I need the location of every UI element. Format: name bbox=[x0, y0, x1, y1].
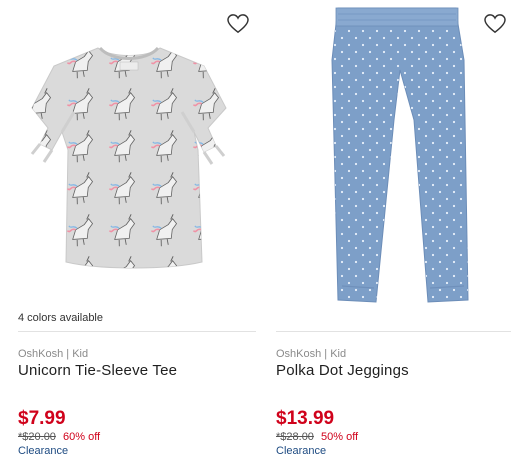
product-title[interactable]: Polka Dot Jeggings bbox=[276, 362, 409, 379]
product-image[interactable] bbox=[18, 0, 258, 305]
product-title[interactable]: Unicorn Tie-Sleeve Tee bbox=[18, 362, 177, 379]
clearance-label: Clearance bbox=[18, 445, 69, 457]
price-details: *$28.00 50% off bbox=[276, 431, 358, 443]
sale-price: $13.99 bbox=[276, 408, 335, 429]
colors-available-label[interactable]: 4 colors available bbox=[18, 312, 103, 324]
product-card-unicorn-tee[interactable]: 4 colors available OshKosh | Kid Unicorn… bbox=[18, 0, 258, 461]
favorite-heart-icon[interactable] bbox=[227, 14, 249, 34]
brand-label: OshKosh | Kid bbox=[276, 348, 347, 360]
unicorn-tee-image bbox=[30, 46, 227, 269]
brand-label: OshKosh | Kid bbox=[18, 348, 89, 360]
sale-price: $7.99 bbox=[18, 408, 66, 429]
product-card-polka-dot-jeggings[interactable]: OshKosh | Kid Polka Dot Jeggings $13.99 … bbox=[276, 0, 511, 461]
price-details: *$20.00 60% off bbox=[18, 431, 100, 443]
discount-label: 60% off bbox=[63, 431, 101, 443]
product-image[interactable] bbox=[276, 0, 511, 305]
clearance-label: Clearance bbox=[276, 445, 327, 457]
divider bbox=[276, 331, 511, 332]
discount-label: 50% off bbox=[321, 431, 359, 443]
original-price: *$20.00 bbox=[18, 431, 56, 443]
divider bbox=[18, 331, 256, 332]
favorite-heart-icon[interactable] bbox=[484, 14, 506, 34]
jeggings-image bbox=[331, 7, 469, 303]
original-price: *$28.00 bbox=[276, 431, 314, 443]
